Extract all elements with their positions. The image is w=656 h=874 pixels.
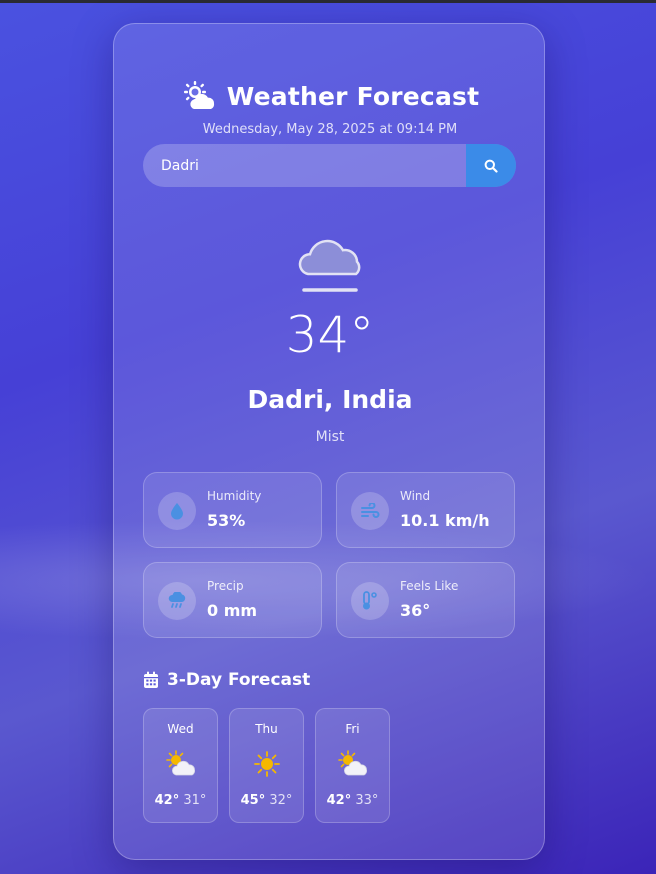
sun-cloud-icon	[183, 81, 214, 109]
forecast-day-name: Fri	[345, 722, 360, 736]
weather-condition: Mist	[315, 429, 345, 445]
forecast-day-card: Fri 42° 33°	[315, 708, 390, 823]
weather-card: Weather Forecast Wednesday, May 28, 2025…	[113, 23, 545, 860]
forecast-max-temp: 42°	[326, 793, 352, 808]
forecast-min-temp: 33°	[355, 793, 379, 808]
stat-label: Wind	[400, 489, 431, 503]
forecast-day-card: Wed 42° 31°	[143, 708, 218, 823]
search-icon	[484, 159, 498, 173]
temperature-icon	[351, 582, 389, 620]
partly-cloudy-icon	[166, 750, 195, 776]
stat-value: 53%	[207, 511, 246, 530]
stat-value: 0 mm	[207, 601, 258, 620]
partly-cloudy-icon	[338, 750, 367, 776]
wind-tile: Wind 10.1 km/h	[336, 472, 515, 548]
cloud-rain-icon	[158, 582, 196, 620]
current-datetime: Wednesday, May 28, 2025 at 09:14 PM	[202, 122, 458, 137]
stat-label: Humidity	[207, 489, 262, 503]
search-button[interactable]	[466, 144, 516, 187]
forecast-header: 3-Day Forecast	[143, 668, 310, 692]
precip-tile: Precip 0 mm	[143, 562, 322, 638]
current-temperature: 34°	[285, 306, 375, 364]
mist-cloud-icon	[298, 239, 361, 292]
search-bar	[143, 144, 516, 187]
page-title: Weather Forecast	[226, 81, 480, 111]
search-input[interactable]	[143, 144, 466, 187]
forecast-day-name: Wed	[167, 722, 194, 736]
forecast-day-card: Thu 45° 32°	[229, 708, 304, 823]
feels-like-tile: Feels Like 36°	[336, 562, 515, 638]
forecast-day-name: Thu	[255, 722, 278, 736]
stat-value: 10.1 km/h	[400, 511, 490, 530]
forecast-title: 3-Day Forecast	[167, 670, 311, 690]
droplet-icon	[158, 492, 196, 530]
stat-label: Feels Like	[400, 579, 459, 593]
forecast-day-temps: 45° 32°	[230, 793, 303, 808]
sunny-icon	[254, 751, 280, 777]
stat-label: Precip	[207, 579, 244, 593]
forecast-max-temp: 42°	[154, 793, 180, 808]
wind-icon	[351, 492, 389, 530]
header: Weather Forecast	[114, 76, 546, 116]
humidity-tile: Humidity 53%	[143, 472, 322, 548]
calendar-icon	[144, 671, 158, 688]
forecast-min-temp: 31°	[183, 793, 207, 808]
location-name: Dadri, India	[247, 385, 413, 414]
stat-value: 36°	[400, 601, 431, 620]
forecast-min-temp: 32°	[269, 793, 293, 808]
forecast-day-temps: 42° 31°	[144, 793, 217, 808]
forecast-day-temps: 42° 33°	[316, 793, 389, 808]
forecast-max-temp: 45°	[240, 793, 266, 808]
window-top-border	[0, 0, 656, 3]
